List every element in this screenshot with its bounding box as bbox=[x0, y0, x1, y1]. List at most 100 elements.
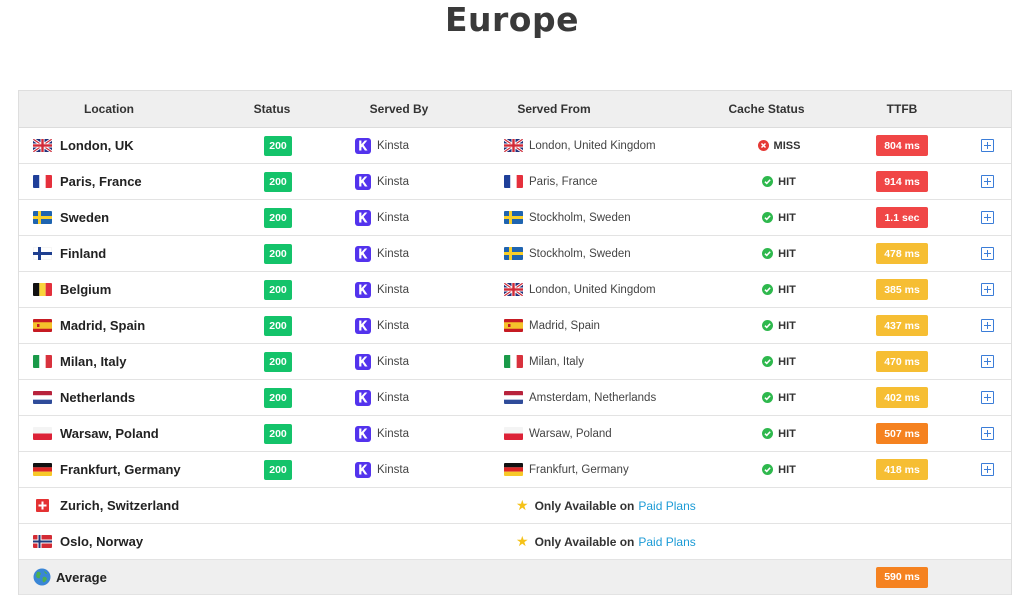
flag-fi-icon bbox=[33, 247, 52, 260]
flag-nl-icon bbox=[33, 391, 52, 404]
check-circle-icon bbox=[762, 284, 774, 295]
status-badge: 200 bbox=[264, 243, 292, 264]
kinsta-logo-icon bbox=[355, 137, 371, 154]
served-by-cell: Kinsta bbox=[355, 380, 475, 415]
table-row[interactable]: Warsaw, Poland 200 Kinsta Warsaw, Poland HIT… bbox=[19, 416, 1011, 452]
status-cell: 200 bbox=[247, 236, 309, 271]
kinsta-logo-icon bbox=[355, 245, 371, 262]
flag-pl-icon bbox=[504, 427, 523, 440]
cache-status-label: HIT bbox=[778, 283, 796, 296]
table-row[interactable]: Paris, France 200 Kinsta Paris, France HIT 91… bbox=[19, 164, 1011, 200]
table-row-unavailable: Oslo, Norway ★ Only Available on Paid Plans bbox=[19, 524, 1011, 560]
table-row[interactable]: London, UK 200 Kinsta London, United Kingd… bbox=[19, 128, 1011, 164]
header-ttfb[interactable]: TTFB bbox=[871, 91, 933, 127]
expand-plus-icon[interactable] bbox=[980, 211, 994, 224]
served-by-cell: Kinsta bbox=[355, 308, 475, 343]
ttfb-badge: 804 ms bbox=[876, 135, 928, 156]
expand-row-cell bbox=[977, 128, 997, 163]
flag-se-icon bbox=[504, 247, 523, 260]
cache-status-cell: HIT bbox=[724, 380, 834, 415]
table-row[interactable]: Milan, Italy 200 Kinsta Milan, Italy HIT 470 … bbox=[19, 344, 1011, 380]
ttfb-badge: 1.1 sec bbox=[876, 207, 928, 228]
location-cell: Netherlands bbox=[33, 380, 253, 415]
expand-plus-icon[interactable] bbox=[980, 139, 994, 152]
paid-plans-link[interactable]: Paid Plans bbox=[638, 535, 695, 549]
header-served-from[interactable]: Served From bbox=[499, 91, 609, 127]
status-badge: 200 bbox=[264, 351, 292, 372]
header-location[interactable]: Location bbox=[59, 91, 159, 127]
status-badge: 200 bbox=[264, 315, 292, 336]
expand-plus-icon[interactable] bbox=[980, 247, 994, 260]
status-cell: 200 bbox=[247, 380, 309, 415]
ttfb-cell: 402 ms bbox=[871, 380, 933, 415]
served-by-label: Kinsta bbox=[377, 355, 409, 368]
expand-plus-icon[interactable] bbox=[980, 319, 994, 332]
flag-no-icon bbox=[33, 535, 52, 548]
expand-plus-icon[interactable] bbox=[980, 175, 994, 188]
results-table: Location Status Served By Served From Ca… bbox=[18, 90, 1012, 595]
served-by-cell: Kinsta bbox=[355, 200, 475, 235]
table-row[interactable]: Finland 200 Kinsta Stockholm, Sweden HIT 478 … bbox=[19, 236, 1011, 272]
flag-de-icon bbox=[504, 463, 523, 476]
average-cell: Average bbox=[33, 560, 253, 594]
served-by-label: Kinsta bbox=[377, 319, 409, 332]
location-label: Netherlands bbox=[60, 390, 136, 405]
table-row[interactable]: Frankfurt, Germany 200 Kinsta Frankfurt, Ge… bbox=[19, 452, 1011, 488]
flag-de-icon bbox=[33, 463, 52, 476]
location-cell: Warsaw, Poland bbox=[33, 416, 253, 451]
location-label: Frankfurt, Germany bbox=[60, 462, 181, 477]
flag-es-icon bbox=[33, 319, 52, 332]
expand-plus-icon[interactable] bbox=[980, 463, 994, 476]
expand-plus-icon[interactable] bbox=[980, 355, 994, 368]
kinsta-logo-icon bbox=[355, 317, 371, 334]
check-circle-icon bbox=[762, 176, 774, 187]
table-row[interactable]: Madrid, Spain 200 Kinsta Madrid, Spain HIT 43… bbox=[19, 308, 1011, 344]
table-row[interactable]: Netherlands 200 Kinsta Amsterdam, Netherlan… bbox=[19, 380, 1011, 416]
expand-plus-icon[interactable] bbox=[980, 283, 994, 296]
served-from-cell: London, United Kingdom bbox=[504, 272, 734, 307]
served-from-cell: Warsaw, Poland bbox=[504, 416, 734, 451]
header-cache-status[interactable]: Cache Status bbox=[719, 91, 814, 127]
flag-se-icon bbox=[504, 211, 523, 224]
location-label: Sweden bbox=[60, 210, 110, 225]
kinsta-logo-icon bbox=[355, 173, 371, 190]
ttfb-badge: 402 ms bbox=[876, 387, 928, 408]
header-status[interactable]: Status bbox=[237, 91, 307, 127]
header-served-by[interactable]: Served By bbox=[359, 91, 439, 127]
table-row[interactable]: Sweden 200 Kinsta Stockholm, Sweden HIT 1.1 s… bbox=[19, 200, 1011, 236]
flag-uk-icon bbox=[33, 139, 52, 152]
ttfb-cell: 478 ms bbox=[871, 236, 933, 271]
status-badge: 200 bbox=[264, 423, 292, 444]
ttfb-badge: 418 ms bbox=[876, 459, 928, 480]
cache-status-cell: HIT bbox=[724, 452, 834, 487]
flag-ch-icon bbox=[33, 499, 52, 512]
cache-status-cell: HIT bbox=[724, 344, 834, 379]
expand-plus-icon[interactable] bbox=[980, 391, 994, 404]
cache-status-cell: HIT bbox=[724, 236, 834, 271]
served-from-cell: Milan, Italy bbox=[504, 344, 734, 379]
expand-row-cell bbox=[977, 416, 997, 451]
paid-plans-link[interactable]: Paid Plans bbox=[638, 499, 695, 513]
x-circle-icon bbox=[757, 140, 769, 151]
expand-plus-icon[interactable] bbox=[980, 427, 994, 440]
ttfb-badge: 478 ms bbox=[876, 243, 928, 264]
served-from-label: Stockholm, Sweden bbox=[529, 211, 631, 224]
served-from-label: Frankfurt, Germany bbox=[529, 463, 629, 476]
flag-it-icon bbox=[504, 355, 523, 368]
status-cell: 200 bbox=[247, 200, 309, 235]
served-from-label: London, United Kingdom bbox=[529, 139, 656, 152]
status-badge: 200 bbox=[264, 387, 292, 408]
location-cell: Finland bbox=[33, 236, 253, 271]
location-cell: Oslo, Norway bbox=[33, 524, 253, 559]
cache-status-cell: HIT bbox=[724, 200, 834, 235]
location-label: Warsaw, Poland bbox=[60, 426, 159, 441]
ttfb-badge: 385 ms bbox=[876, 279, 928, 300]
average-label: Average bbox=[56, 569, 107, 585]
table-row[interactable]: Belgium 200 Kinsta London, United Kingdom H… bbox=[19, 272, 1011, 308]
status-cell: 200 bbox=[247, 272, 309, 307]
globe-icon bbox=[33, 568, 51, 586]
served-from-label: Stockholm, Sweden bbox=[529, 247, 631, 260]
expand-row-cell bbox=[977, 380, 997, 415]
ttfb-badge: 437 ms bbox=[876, 315, 928, 336]
cache-status-label: HIT bbox=[778, 427, 796, 440]
